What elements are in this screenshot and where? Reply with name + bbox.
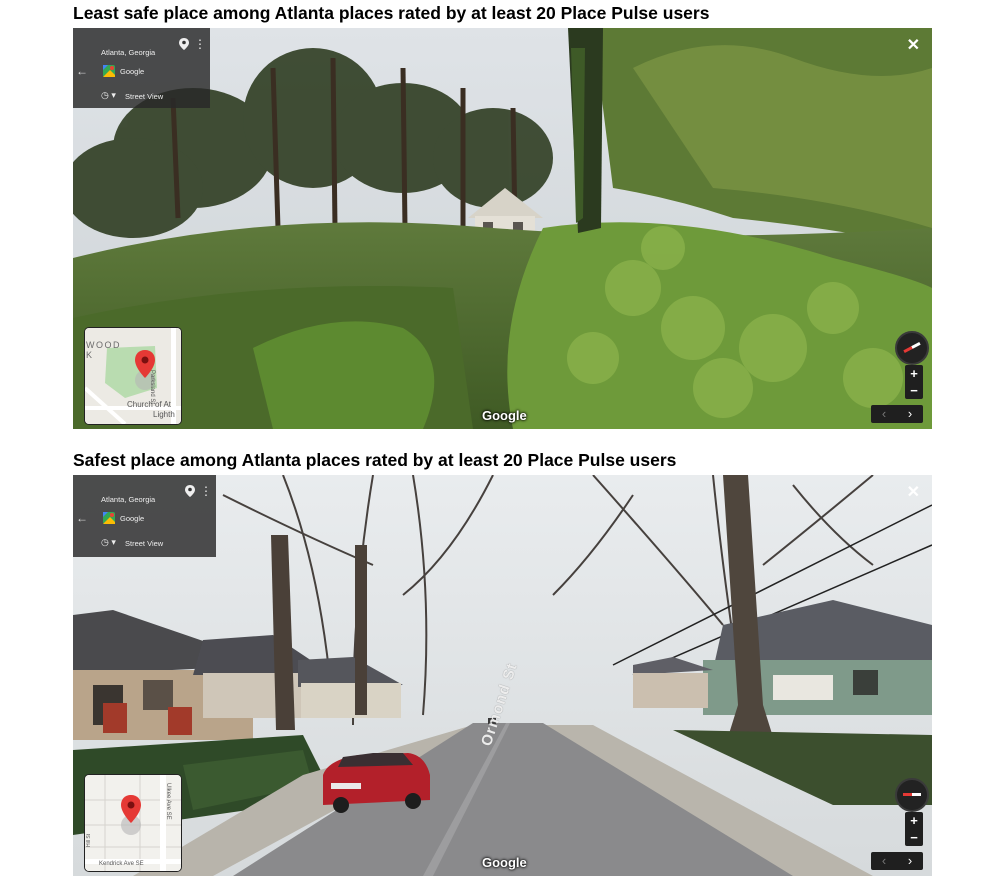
- zoom-control[interactable]: + −: [905, 365, 923, 399]
- map-label: Ulkee Ave SE: [165, 783, 171, 820]
- heading-safest: Safest place among Atlanta places rated …: [73, 450, 677, 470]
- view-mode-label: Street View: [125, 539, 164, 548]
- view-mode-label: Street View: [125, 92, 164, 101]
- google-watermark: Google: [482, 408, 527, 423]
- minimap[interactable]: WOOD K Church of At Lighth Parksland St: [84, 327, 182, 425]
- map-label: Kendrick Ave SE: [99, 861, 144, 867]
- heading-least-safe: Least safe place among Atlanta places ra…: [73, 3, 710, 23]
- pan-controls[interactable]: ‹ ›: [871, 405, 923, 423]
- minimap[interactable]: Ulkee Ave SE Kendrick Ave SE Hill St: [84, 774, 182, 872]
- location-info-box: ← Atlanta, Georgia ⋮ Google ◷ ▾ Street V…: [73, 28, 210, 108]
- pan-controls[interactable]: ‹ ›: [871, 852, 923, 870]
- location-name: Atlanta, Georgia: [101, 48, 156, 57]
- location-info-box: ← Atlanta, Georgia ⋮ Google ◷ ▾ Street V…: [73, 475, 216, 557]
- more-vertical-icon[interactable]: ⋮: [194, 38, 206, 50]
- map-label: Parksland St: [149, 370, 155, 405]
- compass-icon[interactable]: [895, 778, 929, 812]
- close-icon[interactable]: ✕: [907, 485, 920, 501]
- chevron-right-icon[interactable]: ›: [897, 405, 923, 423]
- map-pin-icon[interactable]: [179, 38, 189, 50]
- clock-icon[interactable]: ◷ ▾: [101, 91, 116, 100]
- map-label: Hill St: [86, 833, 92, 847]
- provider-label: Google: [120, 67, 145, 76]
- clock-icon[interactable]: ◷ ▾: [101, 538, 116, 547]
- location-name: Atlanta, Georgia: [101, 495, 156, 504]
- zoom-out-button[interactable]: −: [905, 829, 923, 846]
- close-icon[interactable]: ✕: [907, 38, 920, 54]
- google-watermark: Google: [482, 855, 527, 870]
- zoom-in-button[interactable]: +: [905, 812, 923, 829]
- street-view-panel-safest[interactable]: Ormond St ← Atlanta, Georgia ⋮ Google ◷ …: [73, 475, 932, 876]
- map-label: WOOD: [86, 340, 121, 350]
- arrow-left-icon[interactable]: ←: [76, 511, 88, 525]
- zoom-control[interactable]: + −: [905, 812, 923, 846]
- chevron-left-icon[interactable]: ‹: [871, 405, 897, 423]
- google-maps-logo-icon: [103, 65, 115, 77]
- arrow-left-icon[interactable]: ←: [76, 64, 88, 78]
- more-vertical-icon[interactable]: ⋮: [200, 485, 212, 497]
- map-pin-icon[interactable]: [185, 485, 195, 497]
- zoom-in-button[interactable]: +: [905, 365, 923, 382]
- provider-label: Google: [120, 514, 145, 523]
- chevron-right-icon[interactable]: ›: [897, 852, 923, 870]
- street-view-panel-least-safe[interactable]: ← Atlanta, Georgia ⋮ Google ◷ ▾ Street V…: [73, 28, 932, 429]
- google-maps-logo-icon: [103, 512, 115, 524]
- chevron-left-icon[interactable]: ‹: [871, 852, 897, 870]
- zoom-out-button[interactable]: −: [905, 382, 923, 399]
- compass-icon[interactable]: [895, 331, 929, 365]
- map-label: K: [86, 350, 94, 360]
- map-label: Lighth: [153, 410, 175, 419]
